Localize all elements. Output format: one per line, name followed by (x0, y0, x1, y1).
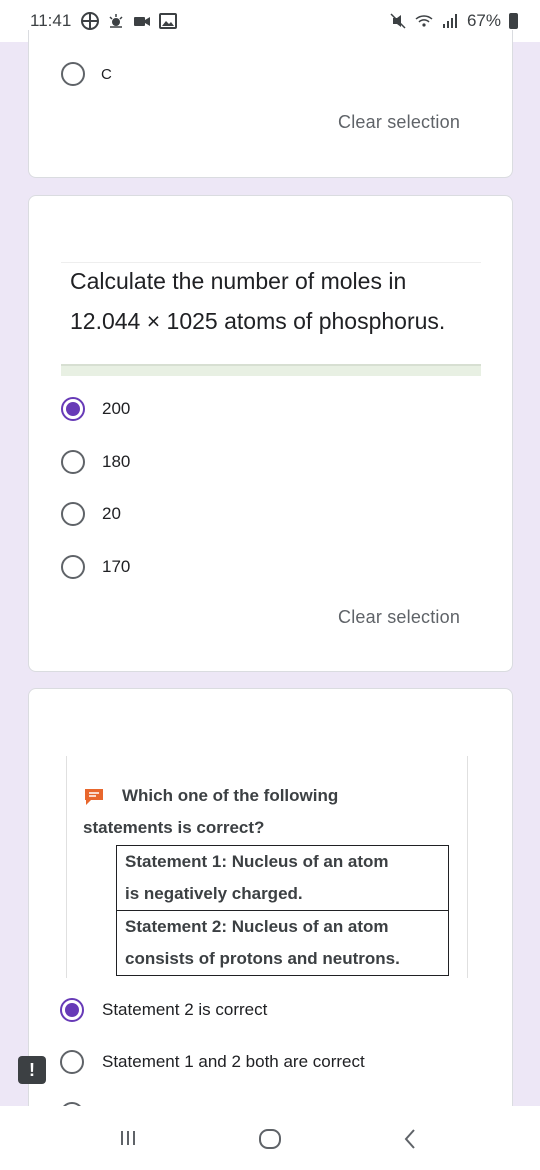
option-radio-20[interactable] (61, 502, 85, 526)
wifi-icon (415, 12, 433, 30)
statement-1-cell: Statement 1: Nucleus of an atom is negat… (117, 846, 448, 910)
option-radio-170[interactable] (61, 555, 85, 579)
question-card-previous: C Clear selection (28, 30, 513, 178)
statements-table: Statement 1: Nucleus of an atom is negat… (116, 845, 449, 976)
option-label-statement-2: Statement 2 is correct (102, 1000, 268, 1019)
option-label-c: C (101, 66, 112, 83)
statement-1-line2: is negatively charged. (125, 884, 303, 903)
mute-icon (389, 12, 407, 30)
question-text-line1: Calculate the number of moles in (70, 268, 407, 294)
option-label-both: Statement 1 and 2 both are correct (102, 1052, 365, 1071)
question-text-line1: Which one of the following (122, 786, 339, 805)
signal-icon (441, 12, 459, 30)
system-nav-bar (0, 1106, 540, 1170)
question-text-line2: 12.044 × 1025 atoms of phosphorus. (70, 308, 446, 334)
statement-2-line1: Statement 2: Nucleus of an atom (125, 917, 389, 936)
statement-1-line1: Statement 1: Nucleus of an atom (125, 852, 389, 871)
recent-apps-icon[interactable] (118, 1128, 138, 1154)
home-icon[interactable] (258, 1128, 282, 1156)
feedback-button[interactable]: ! (18, 1056, 46, 1084)
statement-2-line2: consists of protons and neutrons. (125, 949, 400, 968)
statement-2-cell: Statement 2: Nucleus of an atom consists… (117, 910, 448, 975)
video-icon (133, 12, 151, 30)
comment-icon (84, 788, 104, 806)
battery-icon (509, 13, 518, 29)
question-card-moles: Calculate the number of moles in 12.044 … (28, 195, 513, 672)
image-icon (159, 12, 178, 30)
option-label-170: 170 (102, 557, 131, 576)
option-label-180: 180 (102, 452, 131, 471)
option-radio-c[interactable] (61, 62, 85, 86)
option-radio-both[interactable] (60, 1050, 84, 1074)
weather-icon (107, 12, 125, 30)
settings-icon (81, 12, 100, 30)
back-icon[interactable] (402, 1128, 418, 1156)
question-image-strip (61, 364, 481, 376)
option-label-20: 20 (102, 504, 121, 523)
option-radio-statement-2[interactable] (60, 998, 84, 1022)
option-radio-180[interactable] (61, 450, 85, 474)
clear-selection-button[interactable]: Clear selection (338, 112, 460, 133)
clear-selection-button[interactable]: Clear selection (338, 607, 460, 628)
battery-percent: 67% (466, 11, 501, 30)
option-label-200: 200 (102, 399, 131, 418)
option-radio-200[interactable] (61, 397, 85, 421)
status-time: 11:41 (30, 11, 72, 30)
question-text-line2: statements is correct? (83, 818, 265, 837)
